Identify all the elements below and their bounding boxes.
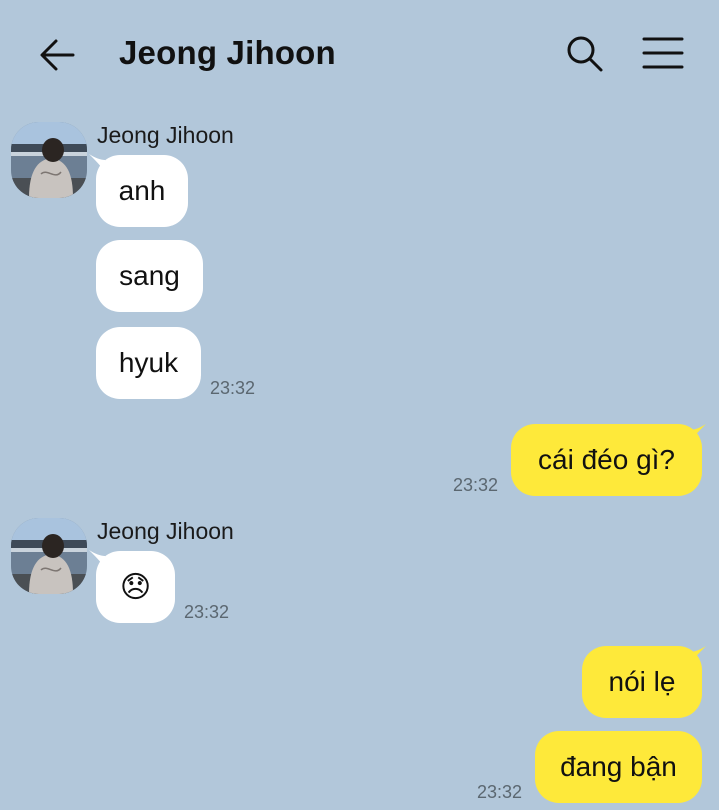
avatar[interactable]	[11, 122, 87, 198]
menu-button[interactable]	[638, 30, 688, 76]
bubble-tail	[690, 424, 706, 442]
message-bubble[interactable]: cái đéo gì?	[511, 424, 702, 496]
sender-name: Jeong Jihoon	[97, 518, 234, 544]
message-time: 23:32	[477, 782, 523, 802]
chat-title: Jeong Jihoon	[119, 34, 336, 71]
avatar[interactable]	[11, 518, 87, 594]
menu-icon	[642, 37, 684, 69]
message-bubble[interactable]: anh	[96, 155, 188, 227]
message-bubble[interactable]: hyuk	[96, 327, 201, 399]
message-bubble[interactable]: đang bận	[535, 731, 702, 803]
message-bubble[interactable]: nói lẹ	[582, 646, 702, 718]
message-time: 23:32	[453, 475, 499, 495]
search-button[interactable]	[561, 30, 607, 76]
avatar-photo	[11, 518, 87, 594]
arrow-left-icon	[40, 39, 75, 71]
back-button[interactable]	[34, 32, 80, 78]
bubble-tail	[690, 646, 706, 664]
message-bubble[interactable]: sang	[96, 240, 203, 312]
search-icon	[567, 36, 603, 72]
emoji-message-bubble[interactable]: 😞	[96, 551, 175, 623]
message-time: 23:32	[184, 602, 230, 622]
message-time: 23:32	[210, 378, 256, 398]
sender-name: Jeong Jihoon	[97, 122, 234, 148]
avatar-photo	[11, 122, 87, 198]
chat-header: Jeong Jihoon	[0, 0, 719, 108]
